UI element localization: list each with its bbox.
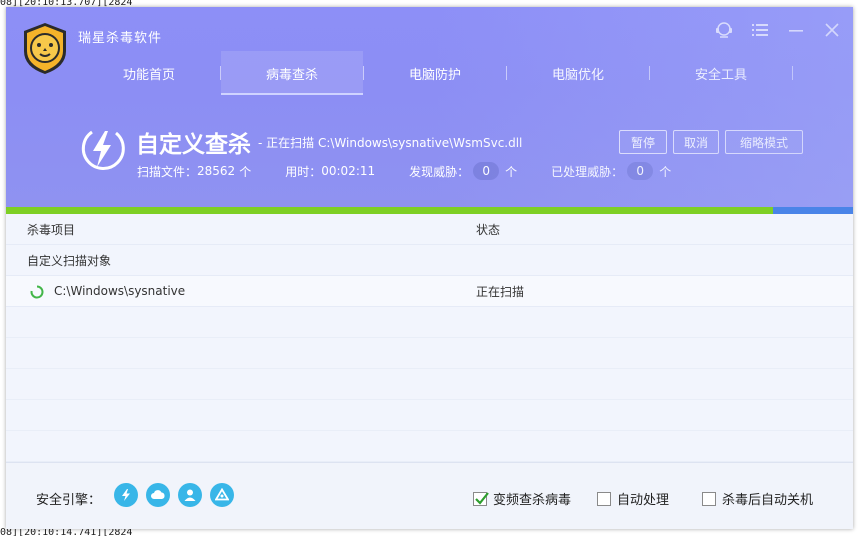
stat-unit: 个 [659, 164, 672, 179]
elapsed-time: 00:02:11 [321, 164, 376, 178]
threats-count: 0 [473, 162, 500, 180]
progress-fill [6, 207, 773, 214]
table-row[interactable]: C:\Windows\sysnative 正在扫描 [6, 276, 853, 307]
menu-icon[interactable] [749, 19, 771, 41]
engine-icons [114, 483, 234, 507]
compact-mode-button[interactable]: 缩略模式 [725, 130, 803, 154]
minimize-icon[interactable] [785, 19, 807, 41]
tab-home[interactable]: 功能首页 [78, 51, 220, 95]
stat-label: 发现威胁： [409, 164, 470, 179]
tab-protection[interactable]: 电脑防护 [364, 51, 506, 95]
table-header: 杀毒项目 状态 [6, 214, 853, 245]
empty-row [6, 307, 853, 338]
empty-row [6, 338, 853, 369]
stat-unit: 个 [505, 164, 518, 179]
column-header-item: 杀毒项目 [27, 222, 76, 237]
main-nav: 功能首页 病毒查杀 电脑防护 电脑优化 安全工具 [6, 51, 853, 95]
scan-target-status: 正在扫描 [476, 284, 525, 299]
app-title: 瑞星杀毒软件 [78, 31, 163, 46]
auto-shutdown-checkbox[interactable] [702, 491, 716, 506]
tab-label: 功能首页 [122, 67, 175, 83]
window-controls [713, 19, 843, 41]
tab-label: 病毒查杀 [265, 67, 318, 83]
option-auto-handle[interactable]: 自动处理 [597, 489, 669, 508]
files-count: 28562 [197, 164, 236, 178]
table-group-row: 自定义扫描对象 [6, 245, 853, 276]
stat-unit: 个 [239, 164, 252, 179]
tab-optimize[interactable]: 电脑优化 [507, 51, 649, 95]
stat-handled: 已处理威胁： 0 个 [551, 162, 671, 180]
scan-buttons: 暂停 取消 缩略模式 [619, 130, 803, 154]
app-window: 瑞星杀毒软件 功能首页 病毒查杀 电脑防护 电脑优化 安全工具 自定义查杀 - … [6, 7, 853, 529]
drive-engine-icon[interactable] [210, 483, 234, 507]
adaptive-scan-checkbox[interactable] [473, 491, 489, 506]
group-label: 自定义扫描对象 [27, 253, 112, 268]
tab-virus-scan[interactable]: 病毒查杀 [221, 51, 363, 95]
tab-tools[interactable]: 安全工具 [650, 51, 792, 95]
stat-threats: 发现威胁： 0 个 [409, 162, 517, 180]
option-adaptive-scan[interactable]: 变频查杀病毒 [473, 489, 571, 508]
scan-stats: 扫描文件： 28562 个 用时： 00:02:11 发现威胁： 0 个 已处理… [137, 162, 705, 180]
nav-divider [792, 66, 793, 80]
scan-target-path: C:\Windows\sysnative [54, 284, 186, 298]
engine-label: 安全引擎： [36, 493, 102, 508]
option-label: 变频查杀病毒 [493, 493, 572, 508]
scan-title: 自定义查杀 [136, 132, 251, 158]
cancel-button[interactable]: 取消 [673, 130, 719, 154]
empty-row [6, 400, 853, 431]
pause-button[interactable]: 暂停 [619, 130, 667, 154]
handled-count: 0 [627, 162, 654, 180]
stat-label: 已处理威胁： [551, 164, 624, 179]
loading-spinner-icon [30, 285, 44, 299]
user-engine-icon[interactable] [178, 483, 202, 507]
option-label: 自动处理 [617, 493, 670, 508]
stat-label: 用时： [285, 164, 322, 179]
scan-lightning-icon [81, 130, 125, 170]
cloud-engine-icon[interactable] [146, 483, 170, 507]
column-header-status: 状态 [476, 222, 501, 237]
empty-row [6, 431, 853, 462]
close-icon[interactable] [821, 19, 843, 41]
stat-time: 用时： 00:02:11 [285, 163, 375, 180]
current-file: - 正在扫描 C:\Windows\sysnative\WsmSvc.dll [258, 136, 523, 150]
scan-progress-bar [6, 207, 853, 214]
auto-handle-checkbox[interactable] [597, 491, 611, 506]
scan-table: 杀毒项目 状态 自定义扫描对象 C:\Windows\sysnative 正在扫… [6, 214, 853, 462]
option-auto-shutdown[interactable]: 杀毒后自动关机 [702, 489, 813, 508]
stat-label: 扫描文件： [137, 164, 198, 179]
header: 瑞星杀毒软件 功能首页 病毒查杀 电脑防护 电脑优化 安全工具 自定义查杀 - … [6, 7, 853, 207]
support-icon[interactable] [713, 19, 735, 41]
tab-label: 安全工具 [694, 67, 747, 83]
stat-files: 扫描文件： 28562 个 [137, 163, 251, 180]
tab-label: 电脑防护 [408, 67, 461, 83]
tab-label: 电脑优化 [551, 67, 604, 83]
lightning-engine-icon[interactable] [114, 483, 138, 507]
option-label: 杀毒后自动关机 [722, 493, 814, 508]
footer: 安全引擎： 变频查杀病毒 自动处理 杀毒后自动关机 [6, 462, 853, 529]
empty-row [6, 369, 853, 400]
